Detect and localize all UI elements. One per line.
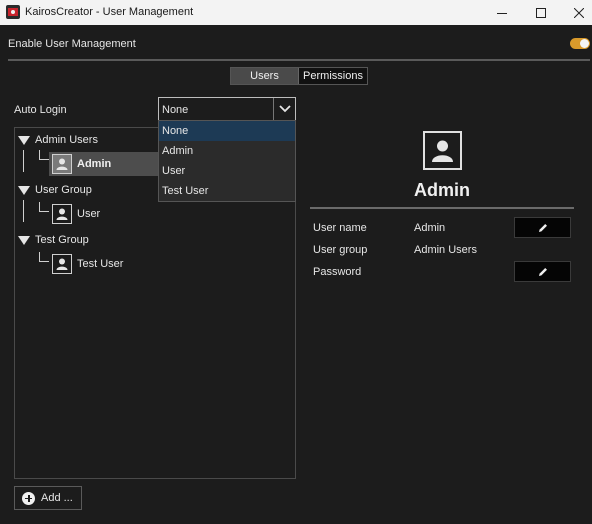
user-group-value: Admin Users (414, 244, 477, 256)
auto-login-label: Auto Login (14, 104, 67, 116)
tab-users[interactable]: Users (231, 68, 299, 84)
tree-user-admin[interactable]: Admin (49, 152, 159, 176)
dropdown-option-admin[interactable]: Admin (159, 141, 295, 161)
user-icon (52, 154, 72, 174)
tree-group-test-group[interactable]: Test Group (15, 233, 295, 247)
user-name-value: Admin (414, 222, 446, 234)
minimize-icon (497, 12, 507, 14)
top-divider (8, 59, 590, 61)
minimize-button[interactable] (484, 0, 520, 25)
edit-password-button[interactable] (514, 261, 571, 282)
chevron-down-icon (278, 105, 291, 113)
maximize-icon (536, 7, 546, 18)
group-label: Admin Users (35, 134, 98, 146)
dropdown-option-user[interactable]: User (159, 161, 295, 181)
auto-login-select[interactable]: None (158, 97, 296, 121)
selected-user-heading: Admin (414, 180, 470, 200)
group-label: Test Group (35, 234, 89, 246)
dropdown-toggle[interactable] (273, 98, 295, 120)
title-bar: KairosCreator - User Management (0, 0, 592, 25)
expand-triangle-icon[interactable] (18, 136, 30, 145)
detail-divider (310, 207, 574, 209)
group-label: User Group (35, 184, 92, 196)
expand-triangle-icon[interactable] (18, 236, 30, 245)
user-icon (52, 204, 72, 224)
edit-user-name-button[interactable] (514, 217, 571, 238)
enable-user-management-label: Enable User Management (8, 38, 136, 50)
password-label: Password (313, 266, 362, 278)
auto-login-value: None (162, 104, 189, 116)
tab-permissions[interactable]: Permissions (299, 68, 367, 84)
pencil-icon (538, 267, 547, 276)
tree-connector (39, 202, 49, 212)
user-name: User (77, 208, 101, 220)
app-logo-icon (6, 5, 20, 19)
tree-user-test-user[interactable]: Test User (49, 252, 159, 276)
close-icon (574, 7, 584, 18)
user-name: Admin (77, 158, 112, 170)
add-button-label: Add ... (41, 492, 73, 504)
add-user-button[interactable]: Add ... (14, 486, 82, 510)
window-title: KairosCreator - User Management (25, 6, 194, 18)
user-avatar-icon (423, 131, 462, 170)
expand-triangle-icon[interactable] (18, 186, 30, 195)
tree-line (23, 150, 24, 172)
auto-login-dropdown-list: None Admin User Test User (158, 120, 296, 202)
pencil-icon (538, 223, 547, 232)
dropdown-option-test-user[interactable]: Test User (159, 181, 295, 201)
enable-user-management-row: Enable User Management (0, 25, 592, 61)
tree-connector (39, 252, 49, 262)
maximize-button[interactable] (523, 0, 559, 25)
tree-user-user[interactable]: User (49, 202, 159, 226)
close-button[interactable] (561, 0, 592, 25)
dropdown-option-none[interactable]: None (159, 121, 295, 141)
user-group-label: User group (313, 244, 368, 256)
user-name-label: User name (313, 222, 367, 234)
tree-line (23, 200, 24, 222)
plus-circle-icon (22, 491, 35, 505)
tree-connector (39, 150, 49, 160)
enable-user-management-toggle[interactable] (570, 38, 590, 49)
user-icon (52, 254, 72, 274)
user-name: Test User (77, 258, 124, 270)
tab-bar: Users Permissions (230, 67, 368, 85)
